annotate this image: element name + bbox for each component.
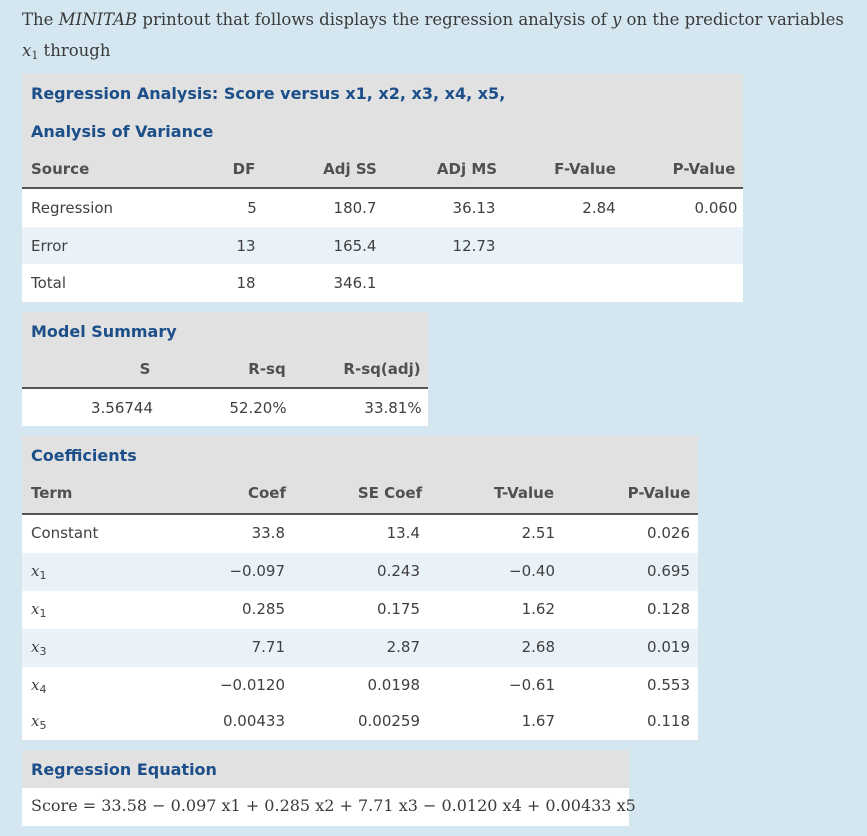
- col-s: S: [139, 360, 151, 378]
- table-row: x1 −0.097 0.243 −0.40 0.695: [22, 553, 698, 591]
- cell-adj-ms: 36.13: [452, 199, 496, 217]
- term-subscript: 1: [39, 569, 47, 582]
- cell-r-sq: 52.20%: [229, 399, 287, 417]
- cell-se-coef: 0.0198: [367, 676, 421, 694]
- cell-coef: 7.71: [251, 638, 285, 656]
- cell-p-value: 0.019: [647, 638, 690, 656]
- cell-coef: 33.8: [251, 524, 285, 542]
- cell-df: 18: [236, 274, 256, 292]
- cell-term: x1: [31, 600, 47, 620]
- cell-p-value: 0.553: [647, 676, 690, 694]
- anova-table: Regression Analysis: Score versus x1, x2…: [22, 74, 743, 302]
- cell-se-coef: 2.87: [386, 638, 420, 656]
- term-subscript: 3: [39, 645, 47, 658]
- cell-term: Constant: [31, 524, 99, 542]
- cell-t-value: −0.40: [509, 562, 555, 580]
- cell-t-value: 2.68: [521, 638, 555, 656]
- minitab-label: MINITAB: [58, 10, 138, 29]
- anova-title: Regression Analysis: Score versus x1, x2…: [31, 84, 506, 103]
- cell-se-coef: 13.4: [386, 524, 420, 542]
- cell-p-value: 0.060: [694, 199, 738, 217]
- intro-text: printout that follows displays the regre…: [137, 10, 612, 29]
- col-p-value: P-Value: [627, 484, 691, 502]
- var-y: y: [611, 10, 622, 29]
- var-subscript: 1: [31, 49, 39, 62]
- cell-coef: 0.00433: [222, 712, 285, 730]
- cell-t-value: 2.51: [521, 524, 555, 542]
- cell-source: Error: [31, 237, 68, 255]
- cell-df: 5: [247, 199, 257, 217]
- table-row: Regression 5 180.7 36.13 2.84 0.060: [22, 189, 743, 227]
- cell-se-coef: 0.175: [377, 600, 420, 618]
- table-row: x5 0.00433 0.00259 1.67 0.118: [22, 705, 698, 740]
- col-r-sq: R-sq: [248, 360, 286, 378]
- cell-df: 13: [236, 237, 256, 255]
- table-row: Total 18 346.1: [22, 264, 743, 302]
- table-row: Error 13 165.4 12.73: [22, 227, 743, 264]
- cell-term: x1: [31, 562, 47, 582]
- intro-text: The: [22, 10, 59, 29]
- regression-equation: Regression Equation Score = 33.58 − 0.09…: [22, 750, 636, 826]
- col-source: Source: [31, 160, 90, 178]
- cell-se-coef: 0.243: [377, 562, 420, 580]
- cell-source: Total: [31, 274, 67, 292]
- cell-adj-ms: 12.73: [452, 237, 496, 255]
- cell-term: x3: [31, 638, 47, 658]
- table-row: Constant 33.8 13.4 2.51 0.026: [22, 515, 698, 553]
- coef-title: Coefficients: [31, 446, 137, 465]
- term-subscript: 5: [39, 719, 47, 732]
- cell-coef: 0.285: [242, 600, 285, 618]
- equation-text: Score = 33.58 − 0.097 x1 + 0.285 x2 + 7.…: [31, 796, 636, 815]
- model-summary-table: Model Summary S R-sq R-sq(adj) 3.56744 5…: [22, 312, 428, 426]
- cell-s: 3.56744: [90, 399, 154, 417]
- col-adj-ms: ADj MS: [436, 160, 498, 178]
- cell-p-value: 0.695: [647, 562, 690, 580]
- cell-coef: −0.0120: [219, 676, 285, 694]
- cell-term: x5: [31, 712, 47, 732]
- cell-p-value: 0.026: [647, 524, 690, 542]
- header-rule: [22, 387, 428, 389]
- cell-p-value: 0.128: [647, 600, 690, 618]
- cell-coef: −0.097: [229, 562, 285, 580]
- cell-t-value: −0.61: [509, 676, 555, 694]
- cell-f-value: 2.84: [582, 199, 616, 217]
- cell-adj-ss: 180.7: [333, 199, 377, 217]
- table-row: x4 −0.0120 0.0198 −0.61 0.553: [22, 667, 698, 705]
- intro-text: through: [38, 41, 111, 60]
- col-r-sq-adj: R-sq(adj): [343, 360, 421, 378]
- col-t-value: T-Value: [493, 484, 555, 502]
- cell-adj-ss: 165.4: [333, 237, 377, 255]
- col-adj-ss: Adj SS: [323, 160, 377, 178]
- col-se-coef: SE Coef: [357, 484, 423, 502]
- col-p-value: P-Value: [672, 160, 736, 178]
- col-term: Term: [31, 484, 73, 502]
- cell-r-sq-adj: 33.81%: [364, 399, 422, 417]
- intro-text: on the predictor variables: [621, 10, 844, 29]
- term-subscript: 1: [39, 607, 47, 620]
- summary-title: Model Summary: [31, 322, 177, 341]
- cell-t-value: 1.62: [521, 600, 555, 618]
- term-subscript: 4: [39, 683, 47, 696]
- table-row: x1 0.285 0.175 1.62 0.128: [22, 591, 698, 629]
- anova-subtitle: Analysis of Variance: [31, 122, 214, 141]
- cell-term: x4: [31, 676, 47, 696]
- coefficients-table: Coefficients Term Coef SE Coef T-Value P…: [22, 436, 698, 740]
- cell-p-value: 0.118: [647, 712, 690, 730]
- cell-se-coef: 0.00259: [357, 712, 420, 730]
- equation-title: Regression Equation: [31, 760, 217, 779]
- col-f-value: F-Value: [554, 160, 616, 178]
- col-coef: Coef: [247, 484, 287, 502]
- cell-t-value: 1.67: [521, 712, 555, 730]
- var-x: x: [22, 41, 32, 60]
- cell-source: Regression: [31, 199, 114, 217]
- cell-adj-ss: 346.1: [333, 274, 377, 292]
- table-row: x3 7.71 2.87 2.68 0.019: [22, 629, 698, 667]
- col-df: DF: [232, 160, 256, 178]
